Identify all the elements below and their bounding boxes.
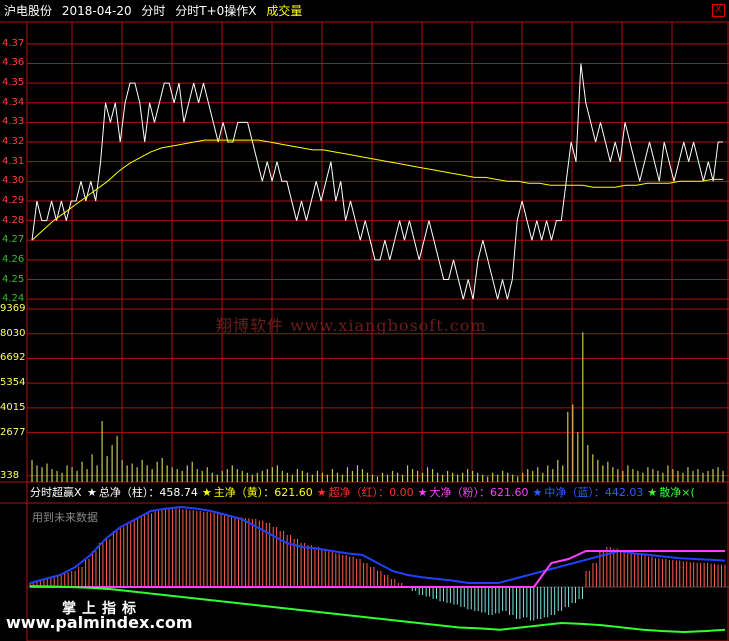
price-tick-label: 4.26 [2, 253, 25, 265]
watermark-text: 翔博软件 www.xiangbosoft.com [216, 316, 487, 335]
price-tick-label: 4.35 [2, 77, 25, 89]
legend-item: ★ 散净×( [647, 486, 696, 499]
chart-header: 沪电股份 2018-04-20 分时 分时T+0操作X 成交量 [0, 0, 308, 22]
price-tick-label: 4.30 [2, 175, 25, 187]
close-icon[interactable]: X [712, 4, 725, 17]
legend-label: 超净（红）：0.00 [328, 486, 414, 499]
legend-label: 散净×( [659, 486, 695, 499]
chart-mode[interactable]: 分时 [141, 4, 165, 18]
star-icon: ★ [647, 486, 658, 499]
price-tick-label: 4.37 [2, 37, 25, 49]
star-icon: ★ [316, 486, 327, 499]
price-tick-label: 4.25 [2, 273, 25, 285]
legend-title: 分时超赢X [30, 486, 82, 499]
volume-tab[interactable]: 成交量 [266, 4, 302, 18]
volume-tick-label: 6692 [0, 352, 26, 364]
price-tick-label: 4.27 [2, 234, 25, 246]
legend-label: 中净（蓝）：442.03 [544, 486, 644, 499]
star-icon: ★ [417, 486, 428, 499]
legend-item: ★ 主净（黄）：621.60 [202, 486, 315, 499]
star-icon: ★ [532, 486, 543, 499]
star-icon: ★ [201, 486, 212, 499]
legend-item: ★ 大净（粉）：621.60 [418, 486, 531, 499]
volume-tick-label: 2677 [0, 426, 26, 438]
price-tick-label: 4.29 [2, 194, 25, 206]
volume-tick-label: 9369 [0, 303, 26, 314]
price-tick-label: 4.33 [2, 116, 25, 128]
watermark-url: www.palmindex.com [6, 613, 193, 632]
star-icon: ★ [87, 486, 97, 499]
legend-label: 主净（黄）：621.60 [213, 486, 313, 499]
volume-tick-label: 8030 [0, 327, 26, 339]
price-tick-label: 4.32 [2, 136, 25, 148]
chart-window: 沪电股份 2018-04-20 分时 分时T+0操作X 成交量 X 4.37 4.… [0, 0, 729, 641]
legend-item: ★ 总净（柱）：458.74 [87, 486, 200, 499]
legend-label: 总净（柱）：458.74 [98, 486, 198, 499]
legend-label: 大净（粉）：621.60 [429, 486, 529, 499]
volume-tick-label: 338 [0, 469, 20, 481]
volume-tick-label: 4015 [0, 401, 26, 413]
volume-tick-label: 5354 [0, 377, 26, 389]
legend-item: ★ 中净（蓝）：442.03 [533, 486, 646, 499]
future-data-note: 用到未来数据 [32, 511, 98, 524]
price-tick-label: 4.31 [2, 155, 25, 167]
price-tick-label: 4.36 [2, 57, 25, 69]
indicator-legend: 分时超赢X ★ 总净（柱）：458.74 ★ 主净（黄）：621.60 ★ 超净（红）：0… [0, 484, 701, 502]
legend-item: ★ 超净（红）：0.00 [317, 486, 416, 499]
stock-name[interactable]: 沪电股份 [4, 4, 52, 18]
chart-date: 2018-04-20 [61, 4, 132, 18]
price-tick-label: 4.28 [2, 214, 25, 226]
average-price-line [31, 139, 723, 241]
price-tick-label: 4.34 [2, 96, 25, 108]
indicator-name[interactable]: 分时T+0操作X [175, 4, 256, 18]
